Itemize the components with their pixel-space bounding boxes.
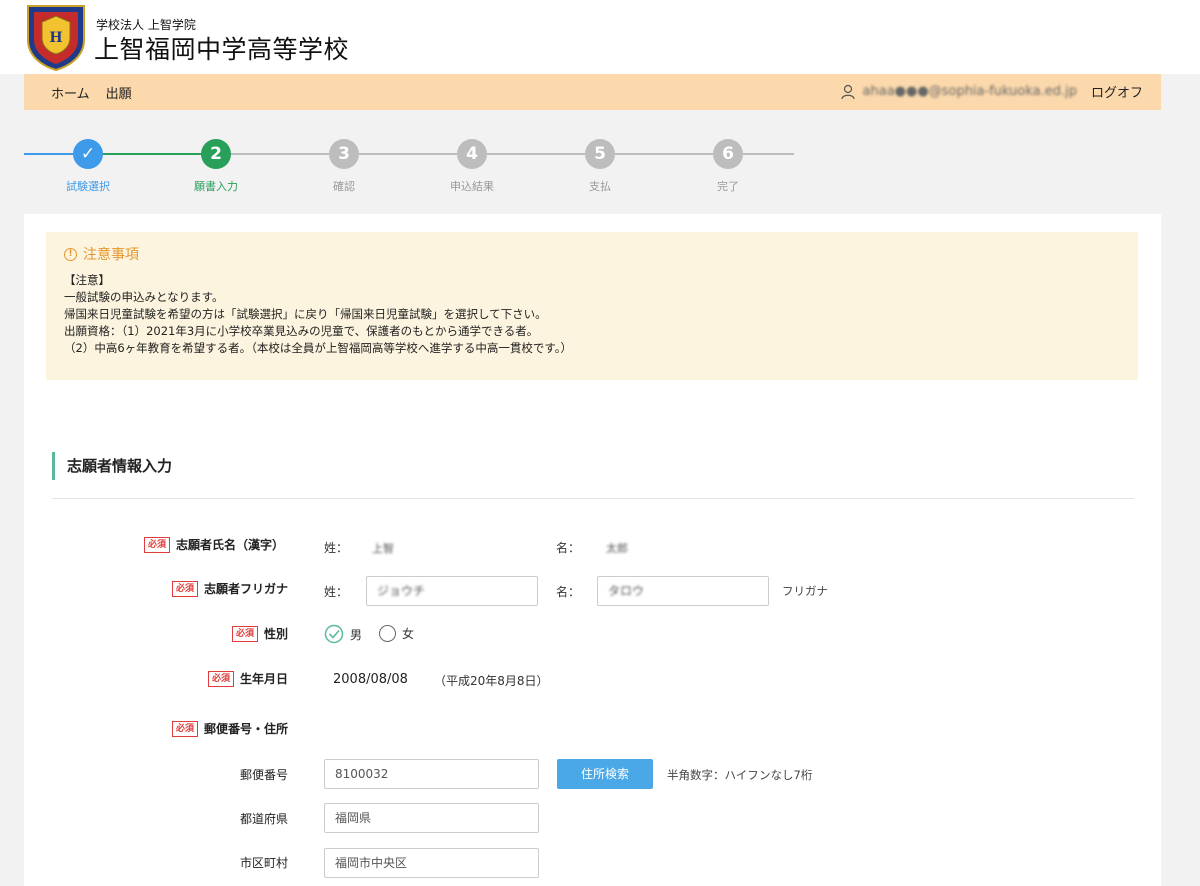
required-badge: 必須 bbox=[207, 670, 234, 687]
user-area: ahaa●●●@sophia-fukuoka.ed.jp ログオフ bbox=[840, 82, 1143, 101]
required-badge: 必須 bbox=[171, 720, 198, 737]
birthdate-era: （平成20年8月8日） bbox=[434, 674, 549, 688]
main-card: ! 注意事項 【注意】 一般試験の申込みとなります。 帰国来日児童試験を希望の方… bbox=[24, 214, 1161, 886]
postal-value: 8100032 bbox=[335, 767, 389, 781]
name-kanji-label-text: 志願者氏名（漢字） bbox=[175, 538, 284, 552]
mei-kanji-value: 太郎 bbox=[606, 542, 628, 555]
radio-checked-icon bbox=[324, 624, 344, 644]
notice-line: 一般試験の申込みとなります。 bbox=[64, 290, 224, 304]
step-label-4: 申込結果 bbox=[450, 180, 494, 193]
notice-title: ! 注意事項 bbox=[64, 244, 139, 264]
step-connector bbox=[216, 153, 344, 155]
postal-hint: 半角数字：ハイフンなし7桁 bbox=[667, 768, 813, 782]
notice-line: 帰国来日児童試験を希望の方は「試験選択」に戻り「帰国来日児童試験」を選択して下さ… bbox=[64, 307, 547, 321]
gender-label: 必須 性別 bbox=[124, 625, 288, 642]
nav-home-link[interactable]: ホーム bbox=[51, 83, 90, 102]
address-label-text: 郵便番号・住所 bbox=[203, 722, 288, 736]
prefecture-input[interactable]: 福岡県 bbox=[324, 803, 539, 833]
notice-line: 【注意】 bbox=[64, 273, 110, 287]
step-circle-6: 6 bbox=[713, 139, 743, 169]
address-search-button[interactable]: 住所検索 bbox=[557, 759, 653, 789]
notice-box: ! 注意事項 【注意】 一般試験の申込みとなります。 帰国来日児童試験を希望の方… bbox=[46, 232, 1138, 380]
gender-female-label: 女 bbox=[402, 627, 415, 641]
name-kanji-label: 必須 志願者氏名（漢字） bbox=[124, 536, 284, 553]
nav-links: ホーム 出願 bbox=[51, 83, 132, 102]
step-connector bbox=[472, 153, 600, 155]
sei-kana-input[interactable]: ジョウチ bbox=[366, 576, 538, 606]
notice-line: 出願資格：（1）2021年3月に小学校卒業見込みの児童で、保護者のもとから通学で… bbox=[64, 324, 539, 338]
sei-kana-label: 姓： bbox=[324, 585, 349, 599]
info-icon: ! bbox=[64, 247, 77, 261]
name-kana-label-text: 志願者フリガナ bbox=[203, 582, 288, 596]
birthdate-value: 2008/08/08 bbox=[333, 672, 408, 687]
step-label-2: 願書入力 bbox=[194, 180, 238, 193]
gender-male-label: 男 bbox=[350, 627, 363, 642]
step-circle-4: 4 bbox=[457, 139, 487, 169]
mei-kana-value: タロウ bbox=[608, 584, 645, 598]
prefecture-value: 福岡県 bbox=[335, 811, 372, 825]
birthdate-label: 必須 生年月日 bbox=[124, 670, 288, 687]
school-crest-icon[interactable]: H bbox=[24, 2, 88, 72]
city-label: 市区町村 bbox=[239, 856, 288, 870]
nav-bar: ホーム 出願 ahaa●●●@sophia-fukuoka.ed.jp ログオフ bbox=[24, 74, 1161, 110]
sei-label: 姓： bbox=[324, 541, 349, 555]
postal-label: 郵便番号 bbox=[239, 768, 288, 782]
logout-link[interactable]: ログオフ bbox=[1091, 82, 1143, 101]
kana-hint: フリガナ bbox=[782, 584, 828, 598]
mei-label: 名： bbox=[556, 541, 581, 555]
step-label-5: 支払 bbox=[589, 180, 611, 193]
site-header: H 学校法人 上智学院 上智福岡中学高等学校 bbox=[0, 0, 1200, 74]
required-badge: 必須 bbox=[231, 625, 258, 642]
postal-input[interactable]: 8100032 bbox=[324, 759, 539, 789]
step-circle-3: 3 bbox=[329, 139, 359, 169]
step-label-3: 確認 bbox=[333, 180, 355, 193]
notice-body: 【注意】 一般試験の申込みとなります。 帰国来日児童試験を希望の方は「試験選択」… bbox=[64, 272, 572, 357]
mei-kana-label: 名： bbox=[556, 585, 581, 599]
radio-unchecked-icon bbox=[379, 625, 396, 642]
step-circle-2: 2 bbox=[201, 139, 231, 169]
birthdate-label-text: 生年月日 bbox=[239, 672, 288, 686]
required-badge: 必須 bbox=[143, 536, 170, 553]
section-title: 志願者情報入力 bbox=[52, 452, 172, 480]
gender-label-text: 性別 bbox=[263, 627, 288, 641]
gender-female-radio[interactable]: 女 bbox=[379, 625, 414, 642]
step-label-6: 完了 bbox=[717, 180, 739, 193]
step-circle-5: 5 bbox=[585, 139, 615, 169]
step-connector bbox=[88, 153, 216, 155]
prefecture-label: 都道府県 bbox=[239, 812, 288, 826]
notice-line: （2）中高6ヶ年教育を希望する者。（本校は全員が上智福岡高等学校へ進学する中高一… bbox=[64, 341, 572, 355]
progress-stepper: ✓ 試験選択 2 願書入力 3 確認 4 申込結果 5 支払 6 完了 bbox=[24, 120, 804, 200]
address-label: 必須 郵便番号・住所 bbox=[124, 720, 288, 737]
sei-kanji-value: 上智 bbox=[372, 542, 394, 555]
user-email: ahaa●●●@sophia-fukuoka.ed.jp bbox=[862, 84, 1077, 99]
city-input[interactable]: 福岡市中央区 bbox=[324, 848, 539, 878]
user-icon bbox=[840, 84, 855, 99]
section-divider bbox=[52, 498, 1134, 499]
step-circle-1: ✓ bbox=[73, 139, 103, 169]
mei-kana-input[interactable]: タロウ bbox=[597, 576, 769, 606]
sei-kana-value: ジョウチ bbox=[377, 584, 426, 598]
notice-title-text: 注意事項 bbox=[83, 247, 139, 263]
svg-text:H: H bbox=[49, 30, 62, 46]
required-badge: 必須 bbox=[171, 580, 198, 597]
name-kana-label: 必須 志願者フリガナ bbox=[124, 580, 288, 597]
school-name[interactable]: 上智福岡中学高等学校 bbox=[94, 30, 349, 66]
gender-male-radio[interactable]: 男 bbox=[324, 624, 362, 644]
step-connector bbox=[344, 153, 472, 155]
step-connector bbox=[600, 153, 728, 155]
city-value: 福岡市中央区 bbox=[335, 856, 408, 870]
nav-application-link[interactable]: 出願 bbox=[106, 83, 132, 102]
step-label-1: 試験選択 bbox=[66, 180, 110, 193]
